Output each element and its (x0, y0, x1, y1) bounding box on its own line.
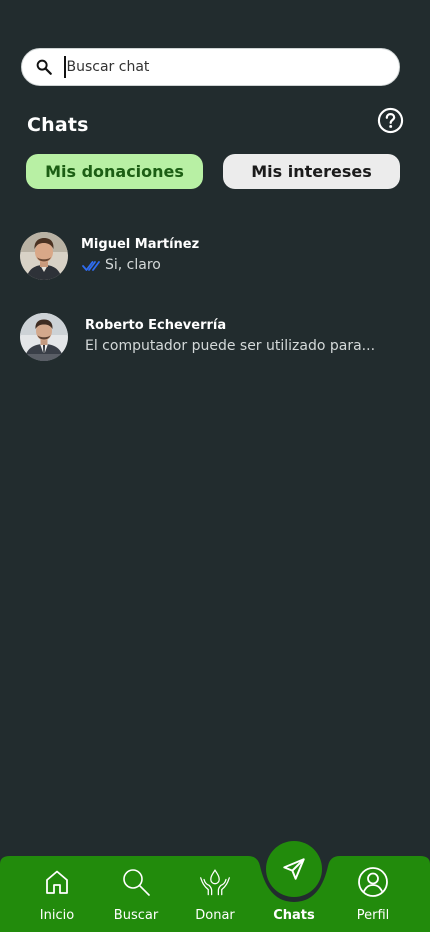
nav-label: Chats (273, 908, 315, 923)
page-title: Chats (27, 114, 89, 136)
nav-item-perfil[interactable]: Perfil (338, 866, 408, 928)
chat-item-miguel[interactable]: Miguel Martínez Si, claro (20, 232, 410, 282)
question-circle-icon[interactable] (377, 107, 404, 134)
chat-last-message: Si, claro (105, 257, 161, 273)
donate-hands-icon (199, 866, 231, 898)
tab-mis-intereses[interactable]: Mis intereses (223, 154, 400, 189)
chat-last-message: El computador puede ser utilizado para..… (85, 338, 376, 354)
nav-item-inicio[interactable]: Inicio (22, 866, 92, 928)
avatar (20, 232, 68, 280)
home-icon (41, 866, 73, 898)
avatar (20, 313, 68, 361)
search-input[interactable] (66, 59, 367, 75)
double-check-icon (82, 261, 100, 271)
tab-mis-donaciones[interactable]: Mis donaciones (26, 154, 203, 189)
chat-name: Roberto Echeverría (85, 318, 227, 333)
nav-label: Inicio (39, 908, 75, 923)
nav-label: Buscar (113, 908, 159, 923)
search-bar[interactable] (21, 48, 400, 86)
nav-spacer (278, 866, 310, 898)
nav-item-buscar[interactable]: Buscar (101, 866, 171, 928)
chat-name: Miguel Martínez (81, 237, 200, 252)
chat-item-roberto[interactable]: Roberto Echeverría El computador puede s… (20, 313, 410, 363)
nav-label: Perfil (356, 908, 390, 923)
nav-item-donar[interactable]: Donar (180, 866, 250, 928)
nav-item-chats[interactable]: Chats (259, 866, 329, 928)
user-icon (357, 866, 389, 898)
search-icon (120, 866, 152, 898)
nav-label: Donar (195, 908, 235, 923)
search-icon (34, 57, 54, 77)
text-cursor (64, 56, 66, 78)
